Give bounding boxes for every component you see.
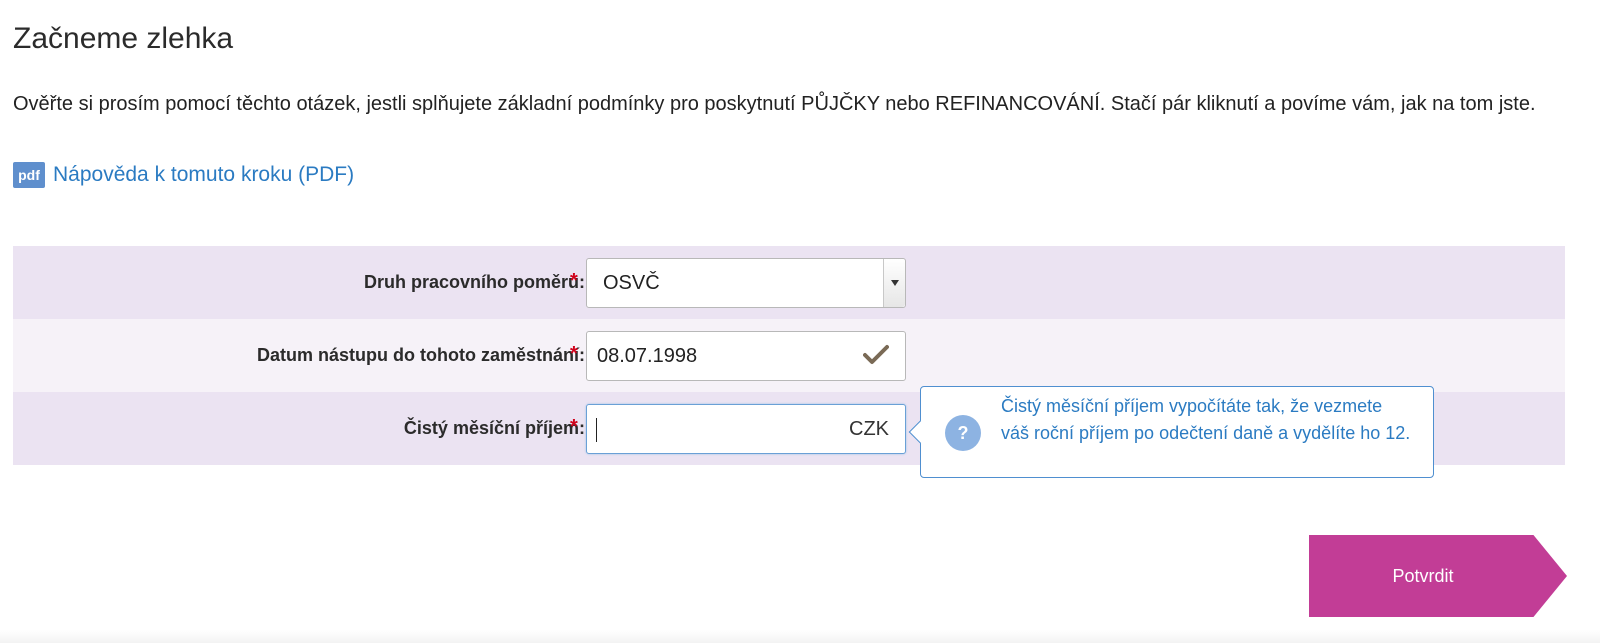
- net-income-label: Čistý měsíční příjem:: [403, 418, 585, 438]
- net-income-help-tooltip: ? Čistý měsíční příjem vypočítáte tak, ž…: [908, 386, 1434, 478]
- required-marker: *: [570, 270, 578, 292]
- intro-text: Ověřte si prosím pomocí těchto otázek, j…: [13, 93, 1536, 115]
- start-date-row: Datum nástupu do tohoto zaměstnání: *: [13, 319, 1565, 392]
- bottom-divider: [0, 630, 1600, 643]
- employment-type-selected-value: OSVČ: [603, 272, 660, 294]
- currency-suffix: CZK: [849, 418, 889, 440]
- help-pdf-link[interactable]: pdf Nápověda k tomuto kroku (PDF): [13, 162, 354, 188]
- employment-type-label: Druh pracovního poměru:: [363, 272, 585, 292]
- tooltip-text: Čistý měsíční příjem vypočítáte tak, že …: [1001, 396, 1411, 443]
- confirm-button[interactable]: Potvrdit: [1309, 535, 1567, 617]
- employment-type-select[interactable]: OSVČ: [586, 258, 906, 308]
- page-title: Začneme zlehka: [13, 22, 234, 55]
- help-pdf-link-label: Nápověda k tomuto kroku (PDF): [53, 163, 355, 186]
- pdf-icon: pdf: [13, 162, 45, 188]
- dropdown-arrow-icon[interactable]: [883, 259, 905, 307]
- start-date-label: Datum nástupu do tohoto zaměstnání:: [257, 345, 585, 365]
- employment-type-row: Druh pracovního poměru: * OSVČ: [13, 246, 1565, 319]
- text-cursor: [596, 418, 597, 442]
- question-icon: ?: [945, 415, 981, 451]
- required-marker: *: [570, 343, 578, 365]
- required-marker: *: [570, 416, 578, 438]
- check-icon: [863, 345, 889, 364]
- start-date-input[interactable]: [586, 331, 906, 381]
